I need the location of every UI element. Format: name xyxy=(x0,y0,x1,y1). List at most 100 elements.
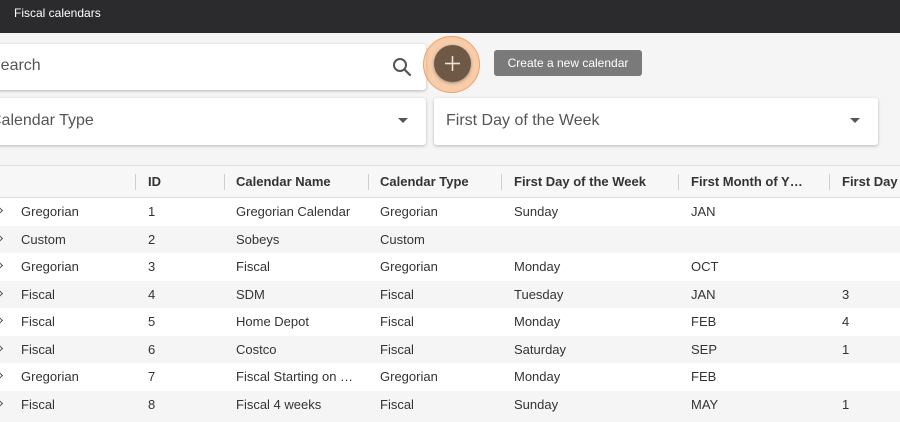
page-title: Fiscal calendars xyxy=(14,6,101,20)
cell-first-day-of-week: Sunday xyxy=(514,204,559,219)
column-separator[interactable] xyxy=(678,174,679,190)
cell-first-day-of-week: Saturday xyxy=(514,341,567,357)
cell-id: 4 xyxy=(148,286,156,302)
add-calendar-button[interactable] xyxy=(434,45,471,82)
cell-group: Gregorian xyxy=(21,204,79,219)
chevron-right-icon[interactable] xyxy=(0,289,4,297)
cell-calendar-name: Fiscal xyxy=(236,259,270,274)
cell-group: Fiscal xyxy=(21,286,55,302)
cell-first-day-of-week xyxy=(514,226,674,254)
cell-group: Gregorian xyxy=(21,369,79,384)
cell-group: Fiscal xyxy=(21,314,55,329)
app-header: Fiscal calendars xyxy=(0,0,900,33)
cell-calendar-type: Gregorian xyxy=(380,369,438,384)
cell-calendar-name: SDM xyxy=(236,286,265,302)
column-header-calendar-type[interactable]: Calendar Type xyxy=(380,166,495,198)
chevron-right-icon[interactable] xyxy=(0,234,4,242)
cell-calendar-name: Home Depot xyxy=(236,314,309,329)
cell-calendar-name: Fiscal 4 weeks xyxy=(236,396,322,412)
chevron-right-icon[interactable] xyxy=(0,316,4,325)
cell-calendar-type: Fiscal xyxy=(380,314,414,329)
cell-first-month: FEB xyxy=(691,369,717,384)
chevron-right-icon[interactable] xyxy=(0,206,4,215)
cell-first-month: MAY xyxy=(691,396,719,412)
cell-calendar-type: Gregorian xyxy=(380,259,438,274)
cell-first-month: SEP xyxy=(691,341,718,357)
caret-down-icon xyxy=(398,118,408,123)
column-header-calendar-name[interactable]: Calendar Name xyxy=(236,166,356,198)
cell-first-month: JAN xyxy=(691,204,716,219)
cell-id: 2 xyxy=(148,231,156,247)
cell-first-day xyxy=(842,226,900,254)
cell-first-day xyxy=(842,363,900,391)
cell-first-day: 4 xyxy=(842,314,850,329)
cell-calendar-type: Fiscal xyxy=(380,396,414,412)
cell-first-month xyxy=(691,226,815,254)
chevron-right-icon[interactable] xyxy=(0,399,4,407)
table-header: ID Calendar Name Calendar Type First Day… xyxy=(0,165,900,198)
cell-group: Fiscal xyxy=(21,396,55,412)
column-header-id[interactable]: ID xyxy=(148,166,218,198)
cell-calendar-type: Custom xyxy=(380,231,425,247)
cell-id: 7 xyxy=(148,369,156,384)
create-calendar-button[interactable]: Create a new calendar xyxy=(494,50,642,76)
table-row[interactable]: Fiscal 6 Costco Fiscal Saturday SEP 1 xyxy=(0,335,900,363)
cell-id: 6 xyxy=(148,341,156,357)
cell-first-day-of-week: Sunday xyxy=(514,396,559,412)
caret-down-icon xyxy=(850,118,860,123)
column-header-group[interactable] xyxy=(21,166,133,198)
cell-first-month: FEB xyxy=(691,314,717,329)
cell-group: Gregorian xyxy=(21,259,79,274)
cell-first-day: 3 xyxy=(842,286,850,302)
table-row[interactable]: Gregorian 3 Fiscal Gregorian Monday OCT xyxy=(0,253,900,281)
cell-calendar-name: Costco xyxy=(236,341,277,357)
cell-first-day xyxy=(842,198,900,226)
cell-first-day-of-week: Tuesday xyxy=(514,286,564,302)
column-separator[interactable] xyxy=(368,174,369,190)
search-icon[interactable] xyxy=(392,57,412,77)
cell-calendar-type: Fiscal xyxy=(380,286,414,302)
cell-first-month: OCT xyxy=(691,259,719,274)
column-header-first-day-of-week[interactable]: First Day of the Week xyxy=(514,166,674,198)
cell-id: 5 xyxy=(148,314,156,329)
cell-first-day-of-week: Monday xyxy=(514,314,561,329)
calendar-type-label: Calendar Type xyxy=(0,112,94,129)
plus-icon xyxy=(445,56,460,71)
table-row[interactable]: Fiscal 5 Home Depot Fiscal Monday FEB 4 xyxy=(0,308,900,336)
chevron-right-icon[interactable] xyxy=(0,261,4,270)
cell-id: 8 xyxy=(148,396,156,412)
cell-first-day-of-week: Monday xyxy=(514,259,561,274)
column-separator[interactable] xyxy=(829,174,830,190)
cell-first-day-of-week: Monday xyxy=(514,369,561,384)
calendars-table: ID Calendar Name Calendar Type First Day… xyxy=(0,165,900,418)
table-row[interactable]: Custom 2 Sobeys Custom xyxy=(0,225,900,254)
column-separator[interactable] xyxy=(135,174,136,190)
column-header-first-month[interactable]: First Month of Y… xyxy=(691,166,815,198)
table-row[interactable]: Gregorian 1 Gregorian Calendar Gregorian… xyxy=(0,198,900,226)
calendar-type-select[interactable]: Calendar Type xyxy=(0,98,426,145)
cell-calendar-type: Fiscal xyxy=(380,341,414,357)
first-day-label: First Day of the Week xyxy=(446,112,600,129)
cell-id: 3 xyxy=(148,259,156,274)
cell-calendar-type: Gregorian xyxy=(380,204,438,219)
cell-group: Custom xyxy=(21,231,66,247)
table-row[interactable]: Fiscal 4 SDM Fiscal Tuesday JAN 3 xyxy=(0,280,900,308)
cell-calendar-name: Gregorian Calendar xyxy=(236,204,351,219)
cell-first-month: JAN xyxy=(691,286,716,302)
cell-first-day: 1 xyxy=(842,341,850,357)
chevron-right-icon[interactable] xyxy=(0,371,4,380)
cell-first-day xyxy=(842,253,900,281)
chevron-right-icon[interactable] xyxy=(0,344,4,352)
first-day-select[interactable]: First Day of the Week xyxy=(434,98,878,145)
cell-calendar-name: Fiscal Starting on … xyxy=(236,369,354,384)
search-placeholder: Search xyxy=(0,57,41,74)
column-separator[interactable] xyxy=(224,174,225,190)
table-row[interactable]: Fiscal 8 Fiscal 4 weeks Fiscal Sunday MA… xyxy=(0,390,900,418)
column-header-first-day[interactable]: First Day xyxy=(842,166,900,198)
cell-id: 1 xyxy=(148,204,156,219)
cell-group: Fiscal xyxy=(21,341,55,357)
table-row[interactable]: Gregorian 7 Fiscal Starting on … Gregori… xyxy=(0,363,900,391)
cell-first-day: 1 xyxy=(842,396,850,412)
search-input[interactable]: Search xyxy=(0,44,426,90)
column-separator[interactable] xyxy=(501,174,502,190)
